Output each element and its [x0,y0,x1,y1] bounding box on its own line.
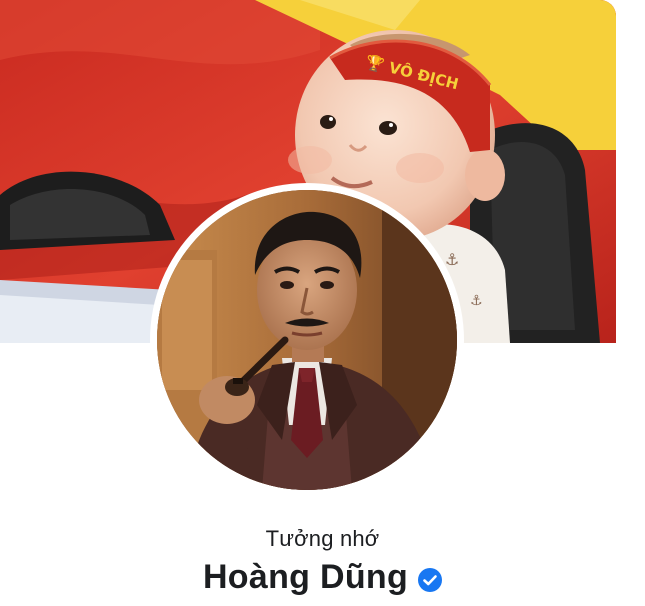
profile-avatar-image [157,190,457,490]
profile-name[interactable]: Hoàng Dũng [203,558,408,597]
svg-text:⚓: ⚓ [445,250,459,269]
profile-header: ⚓ ⚓ 🏆 VÔ ĐỊCH Tưởng nhớ Hoàng Dũng [0,0,645,606]
verified-badge-icon[interactable] [418,567,443,592]
memorial-label: Tưởng nhớ [265,526,380,551]
profile-avatar[interactable] [157,190,457,490]
name-row: Hoàng Dũng [0,558,645,597]
svg-text:⚓: ⚓ [470,293,483,309]
